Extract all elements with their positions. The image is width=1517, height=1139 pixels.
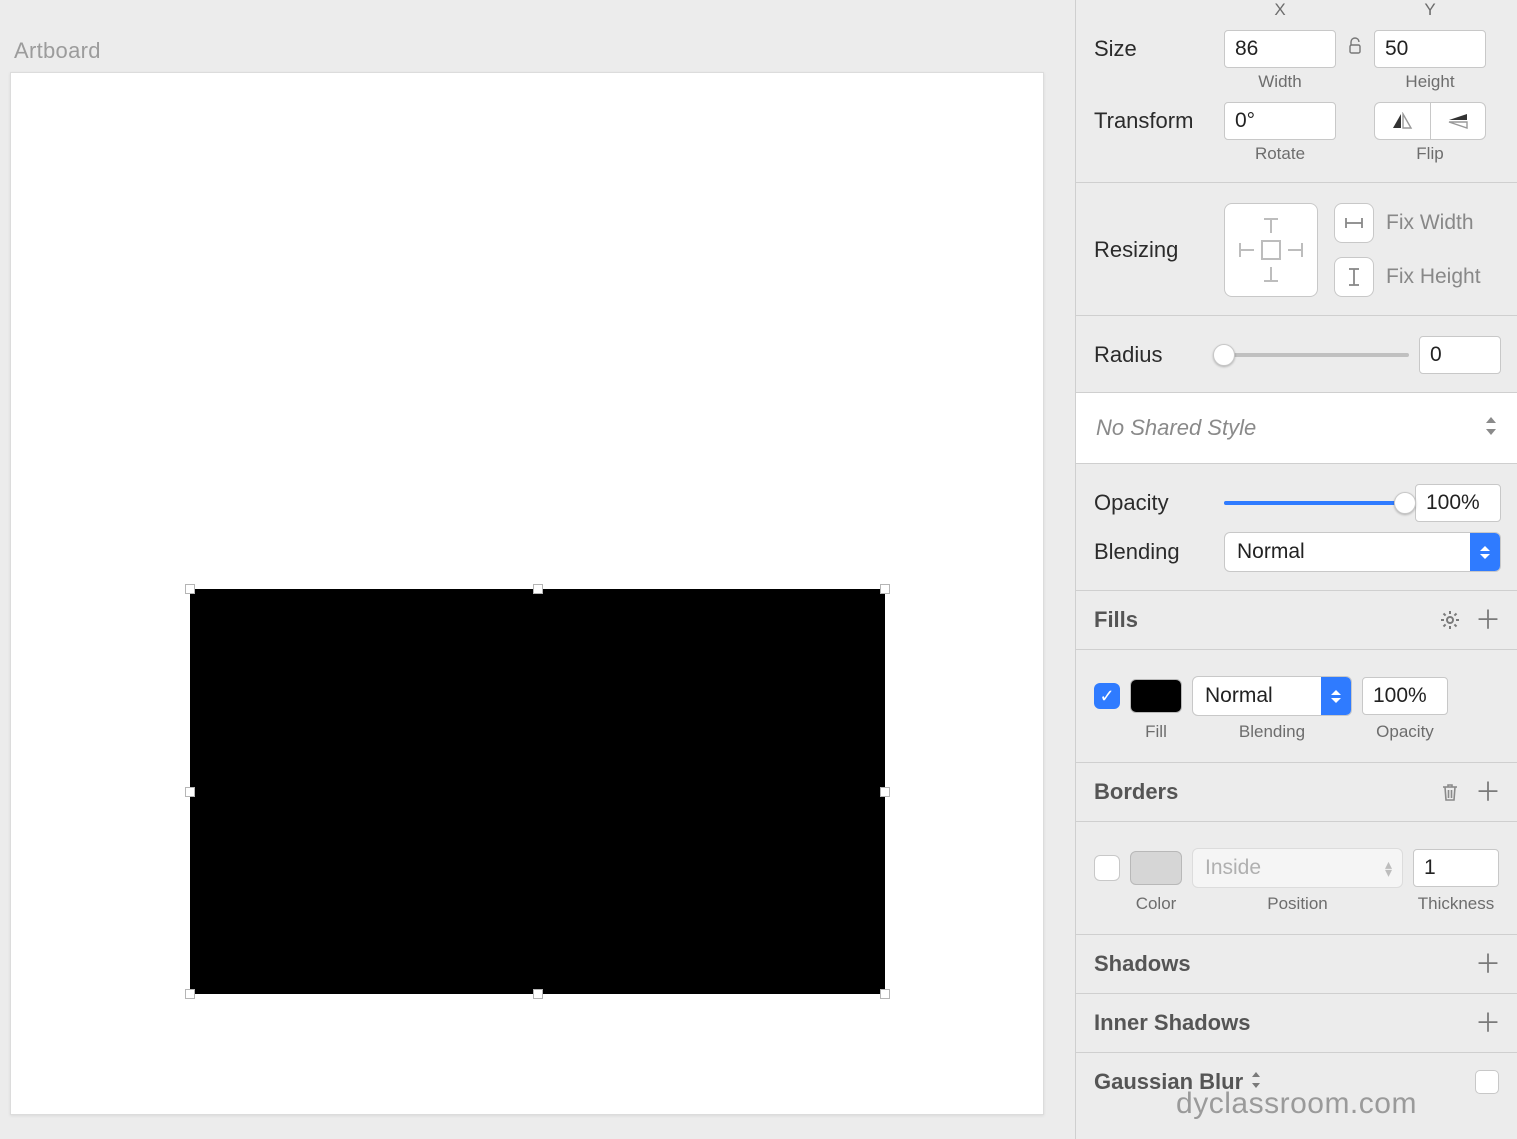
resize-handle-tr[interactable] — [880, 584, 890, 594]
fill-opacity-sublabel: Opacity — [1362, 722, 1448, 742]
fill-blending-sublabel: Blending — [1192, 722, 1352, 742]
height-sublabel: Height — [1374, 72, 1486, 92]
fix-height-label: Fix Height — [1386, 265, 1481, 289]
artboard[interactable] — [10, 72, 1044, 1115]
add-fill-icon[interactable]: ＋ — [1477, 609, 1499, 631]
position-x-label: X — [1224, 0, 1336, 20]
border-thickness-sublabel: Thickness — [1413, 894, 1499, 914]
dropdown-updown-icon: ▴▾ — [1385, 860, 1392, 876]
shadows-header: Shadows ＋ — [1076, 935, 1517, 994]
width-input[interactable]: 86 — [1224, 30, 1336, 68]
resize-handle-tl[interactable] — [185, 584, 195, 594]
size-label: Size — [1094, 36, 1214, 62]
flip-horizontal-button[interactable] — [1375, 103, 1430, 139]
selected-rectangle[interactable] — [190, 589, 885, 994]
radius-input[interactable]: 0 — [1419, 336, 1501, 374]
resize-handle-ml[interactable] — [185, 787, 195, 797]
opacity-slider[interactable] — [1224, 501, 1405, 505]
lock-aspect-icon[interactable] — [1346, 37, 1364, 61]
opacity-label: Opacity — [1094, 490, 1214, 516]
fill-enabled-checkbox[interactable]: ✓ — [1094, 683, 1120, 709]
fix-width-toggle[interactable] — [1334, 203, 1374, 243]
borders-header: Borders ＋ — [1076, 763, 1517, 822]
border-color-swatch[interactable] — [1130, 851, 1182, 885]
watermark-text: dyclassroom.com — [1076, 1087, 1517, 1121]
rotate-sublabel: Rotate — [1224, 144, 1336, 164]
resize-handle-bc[interactable] — [533, 989, 543, 999]
inspector-panel: X Y Size 86 50 Width Height Transform 0° — [1075, 0, 1517, 1139]
fill-sublabel: Fill — [1130, 722, 1182, 742]
fix-width-label: Fix Width — [1386, 211, 1474, 235]
fills-header: Fills ＋ — [1076, 591, 1517, 650]
resize-handle-tc[interactable] — [533, 584, 543, 594]
border-position-select[interactable]: Inside ▴▾ — [1192, 848, 1403, 888]
transform-label: Transform — [1094, 108, 1214, 134]
flip-vertical-button[interactable] — [1430, 103, 1486, 139]
inner-shadows-header: Inner Shadows ＋ — [1076, 994, 1517, 1053]
position-y-label: Y — [1374, 0, 1486, 20]
gear-icon[interactable] — [1439, 609, 1461, 631]
fill-blending-select[interactable]: Normal — [1192, 676, 1352, 716]
radius-slider[interactable] — [1224, 353, 1409, 357]
add-shadow-icon[interactable]: ＋ — [1477, 953, 1499, 975]
flip-sublabel: Flip — [1374, 144, 1486, 164]
border-thickness-input[interactable]: 1 — [1413, 849, 1499, 887]
resizing-label: Resizing — [1094, 237, 1214, 263]
blending-label: Blending — [1094, 539, 1214, 565]
trash-icon[interactable] — [1439, 781, 1461, 803]
shared-style-placeholder: No Shared Style — [1096, 415, 1256, 441]
radius-label: Radius — [1094, 342, 1214, 368]
add-inner-shadow-icon[interactable]: ＋ — [1477, 1012, 1499, 1034]
border-position-sublabel: Position — [1192, 894, 1403, 914]
border-color-sublabel: Color — [1130, 894, 1182, 914]
border-enabled-checkbox[interactable] — [1094, 855, 1120, 881]
flip-group — [1374, 102, 1486, 140]
dropdown-updown-icon — [1485, 417, 1497, 440]
fill-opacity-input[interactable]: 100% — [1362, 677, 1448, 715]
canvas-area: Artboard — [0, 0, 1075, 1139]
shared-style-dropdown[interactable]: No Shared Style — [1076, 393, 1517, 464]
width-sublabel: Width — [1224, 72, 1336, 92]
resize-handle-br[interactable] — [880, 989, 890, 999]
opacity-input[interactable]: 100% — [1415, 484, 1501, 522]
pin-constraints-widget[interactable] — [1224, 203, 1318, 297]
add-border-icon[interactable]: ＋ — [1477, 781, 1499, 803]
height-input[interactable]: 50 — [1374, 30, 1486, 68]
select-arrows-icon — [1321, 677, 1351, 715]
resize-handle-bl[interactable] — [185, 989, 195, 999]
fix-height-toggle[interactable] — [1334, 257, 1374, 297]
artboard-title[interactable]: Artboard — [14, 38, 101, 64]
blending-select[interactable]: Normal — [1224, 532, 1501, 572]
rotate-input[interactable]: 0° — [1224, 102, 1336, 140]
resize-handle-mr[interactable] — [880, 787, 890, 797]
select-arrows-icon — [1470, 533, 1500, 571]
fill-color-swatch[interactable] — [1130, 679, 1182, 713]
